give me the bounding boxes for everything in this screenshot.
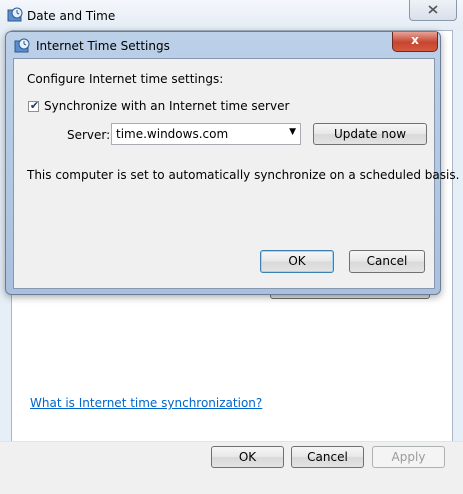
outer-close-button[interactable] <box>409 0 457 21</box>
dialog-close-button[interactable]: x <box>392 32 438 52</box>
dialog-title: Internet Time Settings <box>36 39 170 53</box>
internet-time-help-link[interactable]: What is Internet time synchronization? <box>30 396 262 410</box>
update-now-button[interactable]: Update now <box>313 123 427 145</box>
dialog-ok-button[interactable]: OK <box>260 250 334 273</box>
outer-window-title: Date and Time <box>27 9 116 23</box>
server-value: time.windows.com <box>116 127 229 141</box>
checkmark-icon: ✔ <box>29 99 40 112</box>
sync-checkbox[interactable]: ✔ <box>28 99 40 112</box>
dialog-cancel-button[interactable]: Cancel <box>349 250 425 273</box>
server-label: Server: <box>67 128 111 142</box>
sync-status-text: This computer is set to automatically sy… <box>27 168 460 182</box>
sync-checkbox-label[interactable]: Synchronize with an Internet time server <box>44 99 289 113</box>
outer-apply-button[interactable]: Apply <box>372 446 445 468</box>
dialog-content: Configure Internet time settings: ✔ Sync… <box>13 58 459 289</box>
internet-time-settings-dialog: Internet Time Settings x Configure Inter… <box>5 31 459 295</box>
chevron-down-icon[interactable]: ▼ <box>289 127 296 137</box>
outer-ok-button[interactable]: OK <box>211 446 284 468</box>
settings-heading: Configure Internet time settings: <box>27 72 224 86</box>
server-combobox[interactable]: time.windows.com ▼ <box>111 123 301 145</box>
close-icon <box>428 5 438 14</box>
clock-globe-icon <box>7 7 23 22</box>
outer-title-bar: Date and Time <box>0 0 463 30</box>
outer-cancel-button[interactable]: Cancel <box>291 446 364 468</box>
close-icon: x <box>411 33 419 47</box>
clock-globe-icon <box>14 38 30 53</box>
